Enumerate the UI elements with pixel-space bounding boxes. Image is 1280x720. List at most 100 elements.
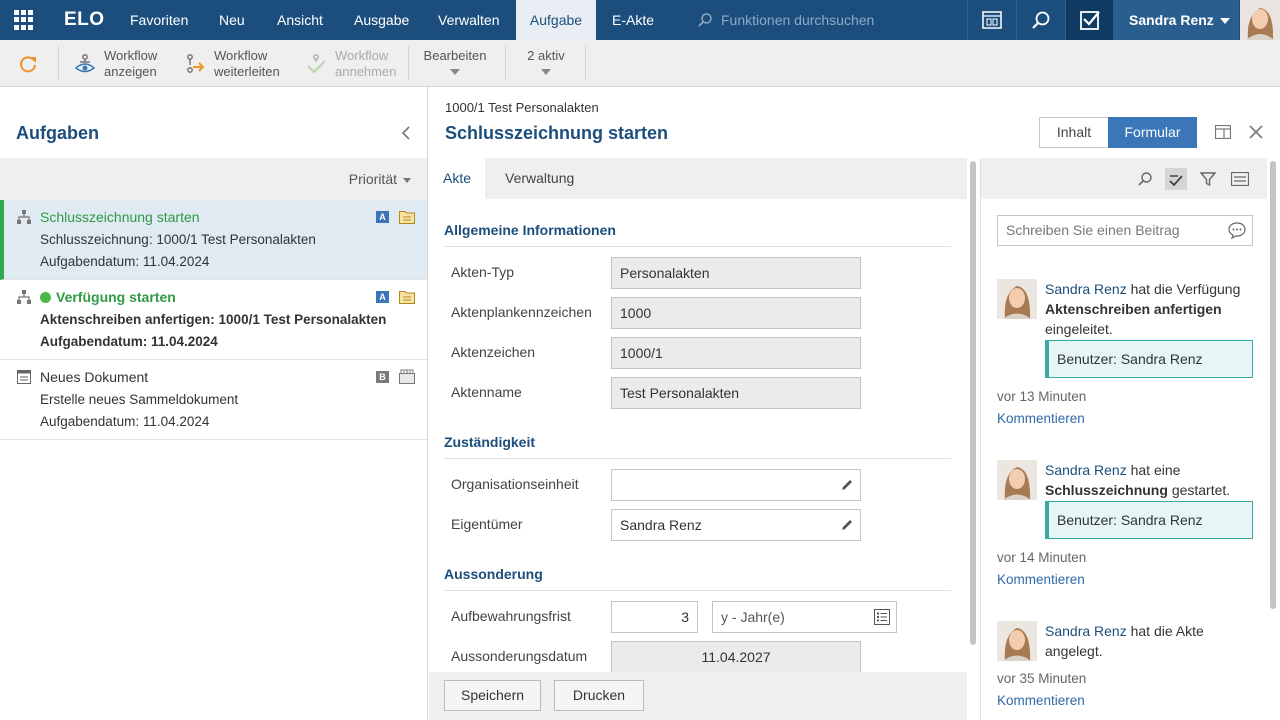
task-description: Erstelle neues Sammeldokument	[40, 392, 239, 407]
eigentuemer-field[interactable]: Sandra Renz	[611, 509, 861, 541]
close-icon[interactable]	[1249, 125, 1263, 139]
aussonderungsdatum-field: 11.04.2027	[611, 641, 861, 672]
function-search[interactable]: Funktionen durchsuchen	[697, 0, 874, 40]
feed-post-input[interactable]: Schreiben Sie einen Beitrag	[997, 215, 1253, 246]
form-view-button[interactable]: Formular	[1108, 117, 1197, 148]
feed-user-link[interactable]: Sandra Renz	[1045, 281, 1127, 297]
comment-link[interactable]: Kommentieren	[997, 693, 1085, 708]
app-grid-button[interactable]	[0, 0, 48, 40]
feed-text: angelegt.	[1045, 643, 1103, 659]
sort-bar: Priorität	[0, 158, 427, 200]
menu-neu[interactable]: Neu	[205, 0, 259, 40]
menu-favoriten[interactable]: Favoriten	[116, 0, 202, 40]
file-folder-icon	[399, 211, 415, 224]
aktenname-field: Test Personalakten	[611, 377, 861, 409]
layout-panel-icon[interactable]	[1215, 125, 1231, 139]
menu-ansicht[interactable]: Ansicht	[263, 0, 337, 40]
aktenzeichen-label: Aktenzeichen	[451, 344, 536, 360]
form-scrollbar[interactable]	[970, 161, 976, 645]
form-footer: Speichern Drucken	[429, 672, 967, 720]
print-button[interactable]: Drucken	[554, 680, 644, 711]
workflow-accept-label-1: Workflow	[335, 47, 389, 63]
feed-search-button[interactable]	[1134, 168, 1156, 190]
action-toolbar: Workflow anzeigen Workflow weiterleiten Wo…	[0, 40, 1280, 87]
feed-text: eingeleitet.	[1045, 321, 1113, 337]
search-button[interactable]	[1016, 0, 1064, 40]
refresh-button[interactable]	[18, 40, 38, 87]
comment-bubble-icon[interactable]	[1228, 222, 1246, 239]
task-title: Verfügung starten	[56, 289, 176, 305]
status-dot-icon	[40, 292, 51, 303]
task-title-wrapper: Verfügung starten	[40, 289, 176, 305]
workflow-forward-label-1: Workflow	[214, 47, 268, 63]
workflow-show-button[interactable]: Workflow anzeigen	[74, 40, 157, 87]
form-tabs: Akte Verwaltung	[429, 158, 967, 199]
avatar	[997, 621, 1037, 661]
feed-entry-text: Sandra Renz hat die Akte angelegt.	[1045, 621, 1253, 661]
feed-entry: Sandra Renz hat eine Schlusszeichnung ge…	[997, 460, 1253, 610]
task-date: Aufgabendatum: 11.04.2024	[40, 334, 218, 349]
active-dropdown[interactable]: 2 aktiv	[520, 48, 572, 75]
sort-priority-dropdown[interactable]: Priorität	[349, 171, 411, 187]
task-header: 1000/1 Test Personalakten Schlusszeichnu…	[429, 87, 1280, 158]
feed-entry: Sandra Renz hat die Akte angelegt. vor 3…	[997, 621, 1253, 720]
user-avatar[interactable]	[1240, 0, 1280, 40]
app-grid-icon	[14, 10, 34, 30]
feed-scrollbar[interactable]	[1270, 161, 1276, 609]
task-title: Schlusszeichnung starten	[40, 209, 200, 225]
form-area: Akte Verwaltung Allgemeine Informationen…	[429, 158, 967, 672]
menu-aufgabe[interactable]: Aufgabe	[516, 0, 596, 40]
function-search-placeholder: Funktionen durchsuchen	[721, 12, 875, 28]
save-button[interactable]: Speichern	[444, 680, 542, 711]
user-menu[interactable]: Sandra Renz	[1113, 0, 1239, 40]
feed-text: hat die Verfügung	[1130, 281, 1241, 297]
orgeinheit-field[interactable]	[611, 469, 861, 501]
aufbewahrung-number-field[interactable]: 3	[611, 601, 698, 633]
content-view-button[interactable]: Inhalt	[1039, 117, 1108, 148]
form-list-icon	[17, 370, 31, 384]
aktenzeichen-field: 1000/1	[611, 337, 861, 369]
feed-user-box: Benutzer: Sandra Renz	[1045, 340, 1253, 378]
tick-list-icon	[1169, 175, 1183, 187]
breadcrumb: 1000/1 Test Personalakten	[445, 100, 599, 115]
task-item[interactable]: Neues Dokument Erstelle neues Sammeldoku…	[0, 360, 427, 440]
comment-link[interactable]: Kommentieren	[997, 411, 1085, 426]
akten-typ-field: Personalakten	[611, 257, 861, 289]
filter-icon	[1200, 172, 1216, 187]
tasks-button[interactable]	[1065, 0, 1113, 40]
section-separation-heading: Aussonderung	[444, 566, 543, 582]
workflow-icon	[17, 210, 31, 224]
collapse-panel-icon[interactable]	[400, 125, 412, 141]
pencil-icon[interactable]	[840, 518, 854, 532]
workflow-forward-button[interactable]: Workflow weiterleiten	[184, 40, 280, 87]
workflow-accept-icon	[307, 53, 326, 74]
menu-ausgabe[interactable]: Ausgabe	[340, 0, 423, 40]
scan-button[interactable]	[967, 0, 1015, 40]
feed-view-button[interactable]	[1229, 168, 1251, 190]
pencil-icon[interactable]	[840, 478, 854, 492]
chevron-down-icon	[541, 69, 551, 75]
aufbewahrung-unit-select[interactable]: y - Jahr(e)	[712, 601, 897, 633]
task-description: Schlusszeichnung: 1000/1 Test Personalak…	[40, 232, 316, 247]
feed-panel: Schreiben Sie einen Beitrag Sandra Renz …	[980, 158, 1267, 720]
task-item[interactable]: Verfügung starten Aktenschreiben anferti…	[0, 280, 427, 360]
edit-dropdown[interactable]: Bearbeiten	[423, 48, 487, 75]
feed-user-link[interactable]: Sandra Renz	[1045, 462, 1127, 478]
menu-verwalten[interactable]: Verwalten	[424, 0, 513, 40]
menu-e-akte[interactable]: E-Akte	[598, 0, 668, 40]
tab-verwaltung[interactable]: Verwaltung	[491, 158, 588, 199]
tab-akte[interactable]: Akte	[429, 158, 486, 199]
feed-user-link[interactable]: Sandra Renz	[1045, 623, 1127, 639]
feed-bold-text: Aktenschreiben anfertigen	[1045, 301, 1222, 317]
list-icon[interactable]	[874, 609, 890, 625]
feed-filter-button[interactable]	[1197, 168, 1219, 190]
feed-post-placeholder: Schreiben Sie einen Beitrag	[1006, 222, 1180, 238]
comment-link[interactable]: Kommentieren	[997, 572, 1085, 587]
aussonderungsdatum-label: Aussonderungsdatum	[451, 648, 588, 664]
priority-badge: A	[376, 291, 389, 303]
workflow-accept-button[interactable]: Workflow annehmen	[305, 40, 396, 87]
checkbox-tick-icon	[1079, 11, 1100, 30]
feed-status-button[interactable]	[1165, 168, 1187, 190]
task-item[interactable]: Schlusszeichnung starten Schlusszeichnun…	[0, 200, 427, 280]
collection-box-icon	[399, 369, 415, 384]
